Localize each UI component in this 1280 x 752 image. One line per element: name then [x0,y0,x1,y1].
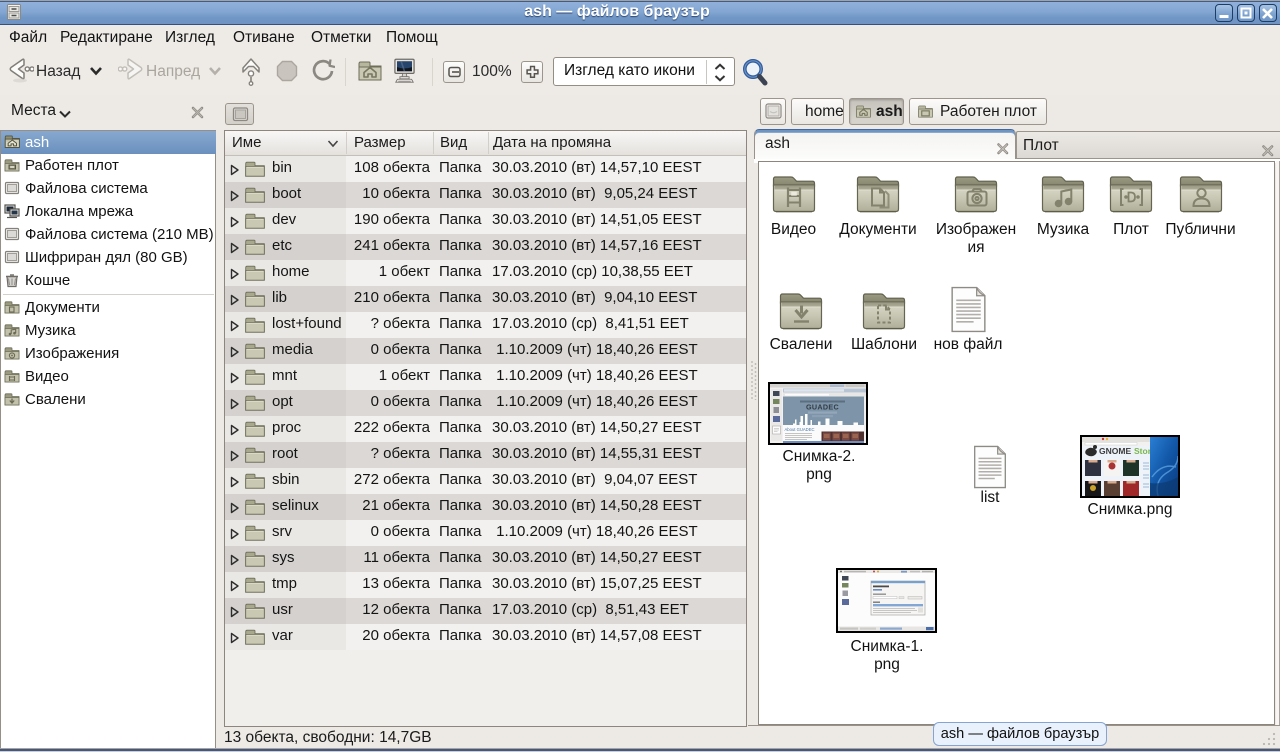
svg-text:About GUADEC: About GUADEC [785,427,815,432]
svg-text:GNOME: GNOME [1099,446,1131,456]
svg-text:GUADEC: GUADEC [806,403,839,412]
